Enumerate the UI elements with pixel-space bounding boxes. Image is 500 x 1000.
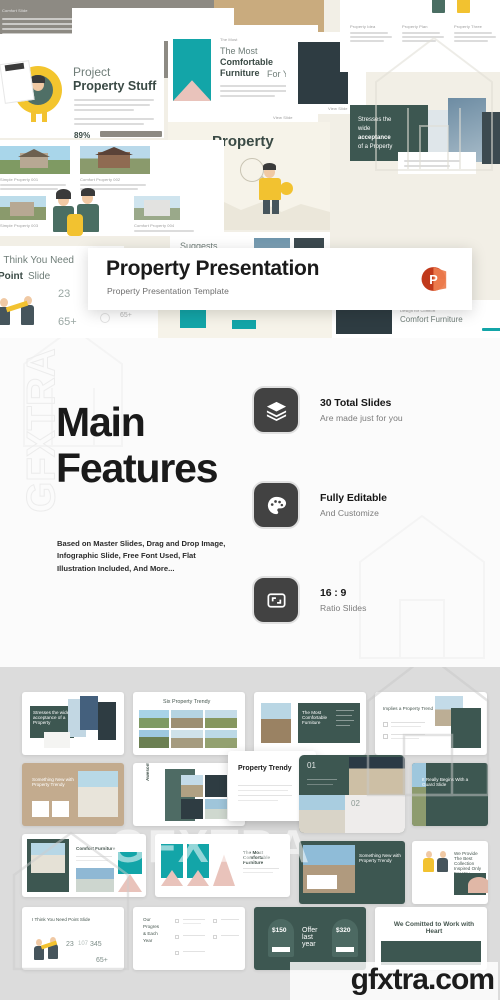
collage-title-comfortable: Comfortable [220,57,274,67]
thumb-comfort-furniture[interactable]: Comfort Furniture [22,834,146,897]
feature-sub: Are made just for you [320,413,403,423]
thumb-label: Implies a Property Trend [383,706,434,711]
thumb-comitted-to-work[interactable]: We Comitted to Work with Heart [375,907,487,970]
thumb-label: Our Progres & Each Year [143,917,160,943]
collage-num-65plus: 65+ [120,312,132,319]
collage-stresses-l4: of a Property [358,144,393,150]
collage-stresses-l2: wide [358,126,371,132]
thumb-label: Offer last year [302,927,318,948]
features-section: GFXTRA Main Features Based on Master Sli… [0,338,500,667]
thumb-six-property[interactable]: Six Property Trendy [133,692,245,755]
feature-heading: 16 : 9 [320,587,347,599]
price-1: $150 [272,927,287,934]
collage-col2: Property Plan [402,24,428,29]
thumb-label: Property Trendy [238,765,292,772]
feature-row-fully-editable: Fully Editable And Customize [252,481,387,529]
feature-row-total-slides: 30 Total Slides Are made just for you [252,386,403,434]
collage-slide-caption-strip [398,152,476,174]
thumb-something-new[interactable]: Something New with Property Trendy [22,763,124,826]
feature-row-ratio: 16 : 9 Ratio Slides [252,576,366,624]
collage-col3: Property Three [454,24,483,29]
thumb-implies-property[interactable]: Implies a Property Trend [375,692,487,755]
collage-title-project: Project [73,65,111,79]
thumb-label: Something New with Property Trendy [32,777,74,787]
features-description: Based on Master Slides, Drag and Drop Im… [57,539,226,573]
features-title-line1: Main [56,399,146,445]
collage-title-slide: Slide [28,271,51,282]
thumb-guard-slide[interactable]: It Really Begins With a Guard Slide [412,763,488,826]
palette-icon [252,481,300,529]
price-2: $320 [336,927,351,934]
collage-label-most: The Most [220,37,238,42]
collage-title-property-stuff: Property Stuff [73,79,157,94]
title-banner: Property Presentation Property Presentat… [88,248,472,310]
thumb-number-01: 01 [307,761,316,770]
stat-d: 65+ [96,957,108,964]
thumb-label: Something New with Property Trendy [359,853,401,863]
thumb-label: Six Property Trendy [163,699,211,705]
collage-num-65: 65+ [58,316,77,328]
collage-slide-what-we-do: What we do? Property Idea Property Plan … [340,0,500,72]
collage-stresses-l3: acceptance [358,135,391,141]
thumb-most-comfortable[interactable]: The Most Comfortable Furniture [155,834,290,897]
collage-slide-house-grid: Simple Property 001 Comfort Property 002… [0,140,224,236]
collage-title-furniture: Furniture [220,68,260,78]
layers-icon [252,386,300,434]
thumb-our-progres[interactable]: Our Progres & Each Year [133,907,245,970]
feature-heading: Fully Editable [320,492,387,504]
collage-stresses-l1: Stresses the [358,117,392,123]
feature-sub: Ratio Slides [320,603,367,613]
thumb-label: Comfort Furniture [76,846,116,851]
aspect-ratio-icon [252,576,300,624]
collage-stat-89: 89% [74,131,91,138]
thumb-comfortable-furniture[interactable]: The Most Comfortable Furniture [254,692,366,755]
collage-slide-project-property: Project Property Stuff 89% Total Propert… [0,34,164,138]
banner-title: Property Presentation [106,257,320,280]
stat-c: 345 [90,941,102,948]
thumb-something-new-property[interactable]: Something New with Property Trendy [299,841,405,904]
thumb-best-collection[interactable]: We Provide The Best Collection Inspired … [412,841,488,904]
svg-text:P: P [429,272,438,287]
thumb-label: I Think You Need Point Slide [32,917,91,922]
collage-title-i-think: I Think You Need [0,255,74,266]
thumb-number-02: 02 [351,799,360,808]
collage-image-dark-building [482,112,500,164]
thumb-label: We Comitted to Work with Heart [393,921,475,935]
thumbnail-grid: Stresses the wide acceptance of a Proper… [0,667,500,1000]
house-watermark-icon-3 [359,514,485,659]
collage-title-comfort-furniture: Comfort Furniture [400,315,463,324]
collage-col1: Property Idea [350,24,376,29]
stat-b: 107 [78,941,89,947]
features-title: Main Features [56,399,219,492]
thumb-label: Awesome Comfort [145,763,150,781]
gfxtra-site-label: gfxtra.com [350,963,495,996]
feature-heading: 30 Total Slides [320,397,392,409]
banner-subtitle: Property Presentation Template [107,286,229,296]
thumb-label: The Most Comfortable Furniture [302,710,328,725]
collage-num-23: 23 [58,288,71,300]
thumb-offer-last-year[interactable]: $150 Offer last year $320 [254,907,366,970]
collage-title-what-we-do: What we do? [350,0,414,4]
thumb-point-slide[interactable]: I Think You Need Point Slide 23 107 345 … [22,907,124,970]
collage-title-the-most: The Most [220,46,258,56]
thumb-label: Stresses the wide acceptance of a Proper… [33,710,70,725]
stat-a: 23 [66,941,74,948]
powerpoint-icon: P [421,267,447,291]
features-title-line2: Features [56,444,219,491]
thumb-label: It Really Begins With a Guard Slide [422,777,469,787]
feature-sub: And Customize [320,508,379,518]
thumb-stresses[interactable]: Stresses the wide acceptance of a Proper… [22,692,124,755]
collage-title-point: Point [0,271,23,282]
thumb-01-02[interactable]: 01 02 [299,755,405,833]
thumb-label: The Most Comfortable Furniture [243,850,271,865]
preview-page: Comfort Slide View Slide Project Propert… [0,0,500,1000]
collage-title-bold: Property Stuff [73,79,157,93]
